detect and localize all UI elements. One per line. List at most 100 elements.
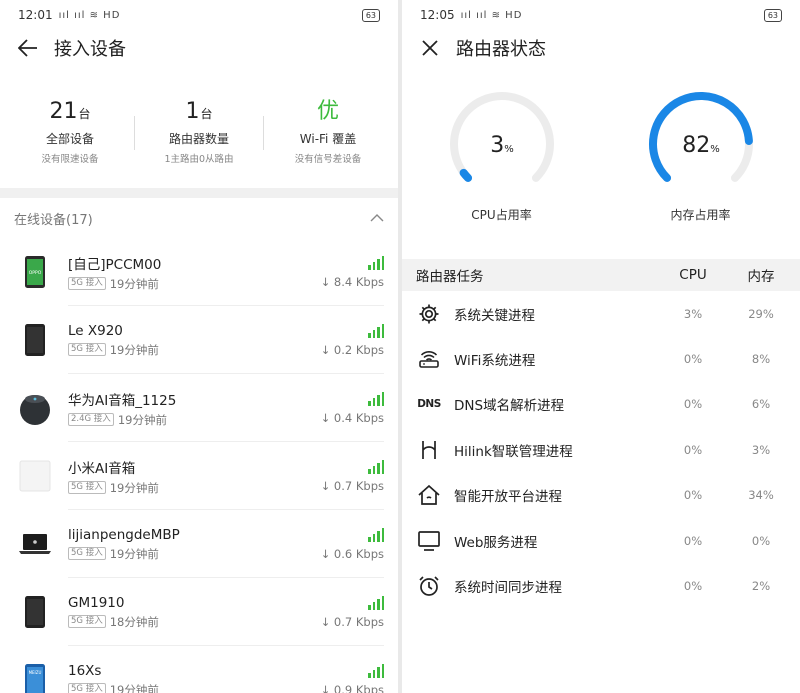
device-item[interactable]: lijianpengdeMBP 5G 接入 19分钟前 ↓ 0.6 Kbps: [0, 510, 398, 578]
device-time: 18分钟前: [109, 614, 159, 629]
device-item[interactable]: 小米AI音箱 5G 接入 19分钟前 ↓ 0.7 Kbps: [0, 442, 398, 510]
task-col-mem: 内存: [747, 269, 775, 285]
phone-oppo-icon: OPPO: [16, 255, 54, 289]
summary-all-devices[interactable]: 21台 全部设备 没有限速设备: [10, 98, 130, 165]
device-item[interactable]: GM1910 5G 接入 18分钟前 ↓ 0.7 Kbps: [0, 578, 398, 646]
device-item[interactable]: MEIZU 16Xs 5G 接入 19分钟前 ↓ 0.9 Kbps: [0, 646, 398, 693]
device-time: 19分钟前: [117, 412, 167, 427]
signal-strength-icon: [308, 663, 384, 678]
svg-text:OPPO: OPPO: [29, 270, 42, 276]
cpu-gauge-label: CPU占用率: [471, 208, 532, 222]
task-cpu: 3%: [683, 306, 703, 321]
section-gap: [0, 188, 398, 198]
memory-gauge-ring: 82%: [648, 92, 753, 182]
summary-wifi-coverage[interactable]: 优 Wi-Fi 覆盖 没有信号差设备: [268, 98, 388, 165]
device-speed: ↓ 0.2 Kbps: [320, 342, 384, 357]
status-time: 12:05: [420, 8, 455, 22]
router-status-screen: 12:05 ııl ııl ≋ HD 63 路由器状态 3% CPU占用率 82…: [402, 0, 800, 693]
task-name: Hilink智联管理进程: [454, 443, 573, 460]
device-name: lijianpengdeMBP: [68, 526, 180, 543]
device-name: 小米AI音箱: [68, 460, 136, 477]
task-row[interactable]: 系统关键进程 3% 29%: [402, 291, 800, 336]
cpu-gauge: 3% CPU占用率: [442, 86, 562, 259]
device-name: Le X920: [68, 322, 123, 339]
monitor-icon: [416, 529, 442, 553]
laptop-icon: [16, 533, 54, 555]
connection-badge: 5G 接入: [68, 615, 106, 628]
all-devices-sub: 没有限速设备: [41, 154, 99, 165]
task-row[interactable]: Hilink智联管理进程 0% 3%: [402, 427, 800, 472]
phone-meizu-icon: MEIZU: [16, 663, 54, 693]
speaker-box-icon: [16, 460, 54, 492]
task-mem: 3%: [751, 442, 771, 457]
task-mem: 8%: [751, 352, 771, 367]
wifi-coverage-value: 优: [316, 99, 339, 124]
home-icon: [416, 483, 442, 507]
task-row[interactable]: Web服务进程 0% 0%: [402, 518, 800, 563]
usage-gauges: 3% CPU占用率 82% 内存占用率: [402, 66, 800, 259]
connected-devices-screen: 12:01 ııl ııl ≋ HD 63 接入设备 21台 全部设备 没有限速…: [0, 0, 398, 693]
task-mem: 29%: [748, 306, 774, 321]
signal-strength-icon: [308, 459, 384, 474]
task-name: Web服务进程: [454, 534, 538, 551]
gear-icon: [416, 302, 442, 326]
device-speed: ↓ 8.4 Kbps: [320, 274, 384, 289]
divider: [134, 116, 135, 150]
task-col-name: 路由器任务: [416, 269, 484, 285]
task-cpu: 0%: [683, 442, 703, 457]
task-row[interactable]: 智能开放平台进程 0% 34%: [402, 473, 800, 518]
page-title: 路由器状态: [456, 39, 546, 60]
alarm-clock-icon: [416, 574, 442, 598]
device-item[interactable]: Le X920 5G 接入 19分钟前 ↓ 0.2 Kbps: [0, 306, 398, 374]
gauge-fill: [459, 168, 472, 182]
svg-text:MEIZU: MEIZU: [29, 670, 42, 675]
task-row[interactable]: 系统时间同步进程 0% 2%: [402, 563, 800, 608]
wifi-coverage-label: Wi-Fi 覆盖: [299, 132, 357, 146]
task-mem: 6%: [751, 397, 771, 412]
device-name: 华为AI音箱_1125: [68, 392, 177, 409]
device-item[interactable]: 华为AI音箱_1125 2.4G 接入 19分钟前 ↓ 0.4 Kbps: [0, 374, 398, 442]
task-mem: 2%: [751, 579, 771, 594]
task-mem: 34%: [748, 488, 774, 503]
summary-router-count[interactable]: 1台 路由器数量 1主路由0从路由: [139, 98, 259, 165]
device-time: 19分钟前: [109, 342, 159, 357]
wifi-coverage-sub: 没有信号差设备: [294, 154, 362, 165]
device-speed: ↓ 0.6 Kbps: [320, 546, 384, 561]
signal-strength-icon: [308, 323, 384, 338]
chevron-up-icon[interactable]: [370, 211, 384, 226]
task-cpu: 0%: [683, 533, 703, 548]
signal-icons: ııl ııl ≋ HD: [460, 9, 523, 21]
online-devices-header[interactable]: 在线设备(17): [0, 198, 398, 238]
memory-gauge-label: 内存占用率: [670, 208, 731, 222]
device-speed: ↓ 0.7 Kbps: [320, 478, 384, 493]
connection-badge: 5G 接入: [68, 481, 106, 494]
app-bar: 接入设备: [0, 30, 398, 66]
online-devices-label: 在线设备(17): [14, 212, 93, 228]
task-cpu: 0%: [683, 579, 703, 594]
device-summary: 21台 全部设备 没有限速设备 1台 路由器数量 1主路由0从路由 优 Wi-F…: [0, 66, 398, 188]
all-devices-count: 21: [49, 99, 78, 124]
task-cpu: 0%: [683, 488, 703, 503]
router-count-sub: 1主路由0从路由: [164, 154, 234, 165]
gauge-value: 3%: [490, 133, 514, 158]
signal-strength-icon: [308, 527, 384, 542]
task-row[interactable]: DNS DNS域名解析进程 0% 6%: [402, 382, 800, 427]
battery-icon: 63: [763, 8, 782, 22]
task-name: 智能开放平台进程: [454, 489, 562, 506]
phone-icon: [16, 323, 54, 357]
device-item[interactable]: OPPO [自己]PCCM00 5G 接入 19分钟前 ↓ 8.4 Kbps: [0, 238, 398, 306]
signal-icons: ııl ııl ≋ HD: [58, 9, 121, 21]
device-name: [自己]PCCM00: [68, 256, 162, 273]
back-arrow-icon[interactable]: [16, 36, 40, 60]
phone-icon: [16, 595, 54, 629]
router-icon: [416, 347, 442, 371]
signal-strength-icon: [308, 255, 384, 270]
router-count-unit: 台: [200, 107, 213, 121]
battery-icon: 63: [361, 8, 380, 22]
task-row[interactable]: WiFi系统进程 0% 8%: [402, 336, 800, 381]
router-count-label: 路由器数量: [168, 132, 229, 146]
task-col-cpu: CPU: [679, 267, 707, 283]
close-icon[interactable]: [418, 36, 442, 60]
connection-badge: 5G 接入: [68, 683, 106, 693]
device-list: OPPO [自己]PCCM00 5G 接入 19分钟前 ↓ 8.4 Kbps L…: [0, 238, 398, 693]
